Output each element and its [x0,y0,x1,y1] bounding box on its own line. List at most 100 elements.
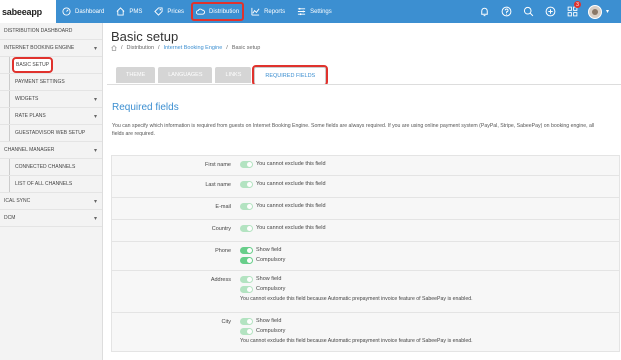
field-options: You cannot exclude this field [236,176,619,197]
field-row-country: Country You cannot exclude this field [111,220,620,242]
chevron-down-icon: ▾ [93,216,97,222]
distribution-highlight [191,2,245,21]
field-option: Show field [240,316,615,326]
field-option-label: Show field [256,318,282,324]
required-fields-panel: Required fields You can specify which in… [107,84,621,360]
field-option: You cannot exclude this field [240,179,615,189]
section-title: Required fields [112,102,179,113]
field-row-phone: Phone Show field Compulsory [111,242,620,271]
tab-links[interactable]: LINKS [215,67,252,83]
compulsory-toggle[interactable] [240,256,253,264]
sidebar: DISTRIBUTION DASHBOARD INTERNET BOOKING … [0,23,103,360]
sidebar-item-rate-plans[interactable]: RATE PLANS ▾ [0,108,102,125]
main-nav: Dashboard PMS Prices Distribution Report… [56,0,338,23]
sidebar-item-list-of-all-channels[interactable]: LIST OF ALL CHANNELS [0,176,102,193]
compulsory-toggle[interactable] [240,327,253,335]
gauge-icon [62,7,71,16]
help-button[interactable] [495,0,517,23]
field-label: E-mail [215,204,231,210]
tab-required-fields[interactable]: REQUIRED FIELDS [252,65,329,86]
top-actions: 3 ▾ [473,0,621,23]
tab-theme[interactable]: THEME [116,67,156,83]
tree-line [9,125,10,141]
sidebar-item-label: GUESTADVISOR WEB SETUP [15,130,86,136]
sidebar-item-basic-setup[interactable]: BASIC SETUP [0,57,102,74]
breadcrumb-distribution[interactable]: Distribution [127,45,155,51]
avatar [588,4,602,19]
nav-distribution[interactable]: Distribution [190,0,245,23]
nav-pms[interactable]: PMS [110,0,148,23]
field-row-last-name: Last name You cannot exclude this field [111,176,620,198]
main-content: Basic setup / Distribution / Internet Bo… [103,23,621,360]
nav-dashboard[interactable]: Dashboard [56,0,110,23]
sidebar-item-guestadvisor-web-setup[interactable]: GUESTADVISOR WEB SETUP [0,125,102,142]
sidebar-item-label: PAYMENT SETTINGS [15,79,65,85]
page-title: Basic setup [111,29,179,44]
field-option-label: Compulsory [256,328,286,334]
field-label: Address [210,277,231,283]
sidebar-item-connected-channels[interactable]: CONNECTED CHANNELS [0,159,102,176]
add-button[interactable] [539,0,561,23]
field-option-label: You cannot exclude this field [256,203,326,209]
notification-badge: 3 [574,1,581,8]
toggle-switch [240,180,253,188]
home-icon[interactable] [111,45,117,51]
brand-logo[interactable]: sabeeapp [0,0,56,23]
plus-circle-icon [545,6,555,17]
sidebar-item-label: CONNECTED CHANNELS [15,164,76,170]
breadcrumb-internet-booking-engine[interactable]: Internet Booking Engine [164,45,223,51]
sidebar-item-label: INTERNET BOOKING ENGINE [4,45,75,51]
tab-highlight [252,65,329,86]
sidebar-item-label: WIDGETS [15,96,39,102]
nav-prices[interactable]: Prices [148,0,190,23]
fields-table: First name You cannot exclude this field… [111,155,620,352]
field-option: Show field [240,274,615,284]
compulsory-toggle[interactable] [240,285,253,293]
field-label: City [221,319,231,325]
field-option-label: Show field [256,247,282,253]
chevron-down-icon: ▾ [93,199,97,205]
field-row-address: Address Show field Compulsory You cannot… [111,271,620,313]
field-options: Show field Compulsory You cannot exclude… [236,271,619,312]
nav-settings-label: Settings [310,8,332,15]
tree-line [9,91,10,107]
nav-reports[interactable]: Reports [245,0,291,23]
sidebar-item-label: DCM [4,215,16,221]
nav-settings[interactable]: Settings [291,0,338,23]
toggle-switch [240,202,253,210]
show-field-toggle[interactable] [240,275,253,283]
sliders-icon [297,7,306,16]
sidebar-item-label: RATE PLANS [15,113,46,119]
tab-languages[interactable]: LANGUAGES [158,67,213,83]
field-options: You cannot exclude this field [236,198,619,219]
field-option-label: You cannot exclude this field [256,161,326,167]
sidebar-item-label: ICAL SYNC [4,198,31,204]
show-field-toggle[interactable] [240,246,253,254]
breadcrumb-separator: / [226,45,228,51]
chevron-down-icon: ▾ [93,46,97,52]
field-option-label: Compulsory [256,286,286,292]
sidebar-item-label: DISTRIBUTION DASHBOARD [4,28,73,34]
breadcrumb-separator: / [158,45,160,51]
notifications-button[interactable] [473,0,495,23]
sidebar-item-channel-manager[interactable]: CHANNEL MANAGER ▾ [0,142,102,159]
show-field-toggle[interactable] [240,317,253,325]
user-menu[interactable]: ▾ [583,0,621,23]
field-label: First name [205,162,231,168]
tree-line [9,108,10,124]
chevron-down-icon: ▾ [93,148,97,154]
sidebar-item-internet-booking-engine[interactable]: INTERNET BOOKING ENGINE ▾ [0,40,102,57]
sidebar-item-dcm[interactable]: DCM ▾ [0,210,102,227]
apps-button[interactable]: 3 [561,0,583,23]
tree-line [9,74,10,90]
bell-icon [480,7,488,17]
search-button[interactable] [517,0,539,23]
field-option-label: You cannot exclude this field [256,225,326,231]
top-navbar: sabeeapp Dashboard PMS Prices Distributi… [0,0,621,23]
field-option: Compulsory [240,255,615,265]
sidebar-item-widgets[interactable]: WIDGETS ▾ [0,91,102,108]
sidebar-item-ical-sync[interactable]: ICAL SYNC ▾ [0,193,102,210]
sidebar-item-payment-settings[interactable]: PAYMENT SETTINGS [0,74,102,91]
sidebar-item-distribution-dashboard[interactable]: DISTRIBUTION DASHBOARD [0,23,102,40]
sidebar-item-label: CHANNEL MANAGER [4,147,55,153]
